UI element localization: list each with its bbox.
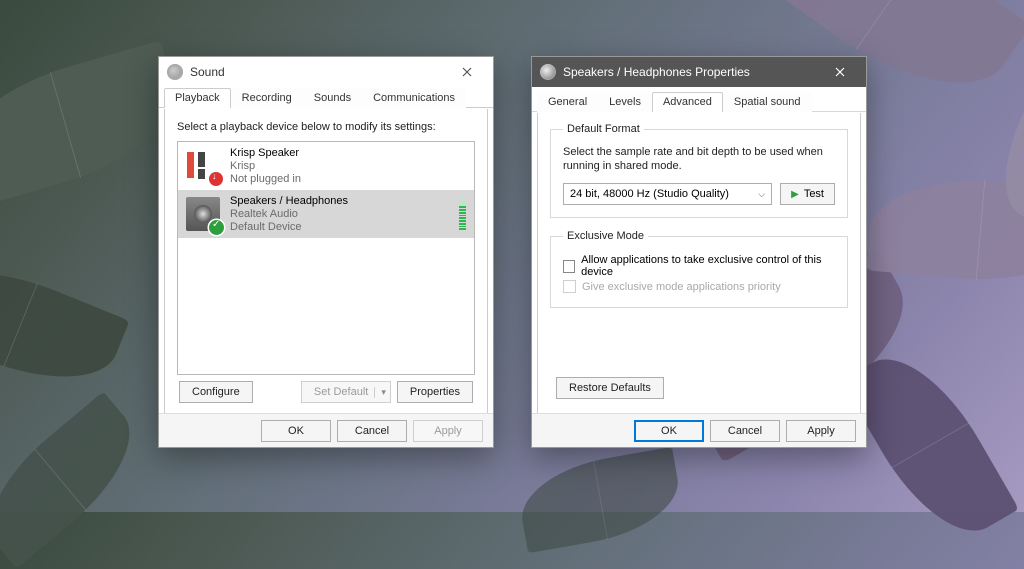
default-format-group: Default Format Select the sample rate an… [550, 123, 848, 218]
ok-button[interactable]: OK [261, 420, 331, 442]
tab-levels[interactable]: Levels [598, 92, 652, 112]
checkbox-icon [563, 280, 576, 293]
format-combobox[interactable]: 24 bit, 48000 Hz (Studio Quality) ⌵ [563, 183, 772, 205]
tab-sounds[interactable]: Sounds [303, 88, 362, 108]
exclusive-control-checkbox[interactable]: Allow applications to take exclusive con… [563, 254, 835, 278]
tabstrip: Playback Recording Sounds Communications [159, 87, 493, 108]
exclusive-mode-group: Exclusive Mode Allow applications to tak… [550, 230, 848, 308]
apply-button[interactable]: Apply [786, 420, 856, 442]
titlebar[interactable]: Sound [159, 57, 493, 87]
device-name: Krisp Speaker [230, 147, 301, 160]
format-value: 24 bit, 48000 Hz (Studio Quality) [570, 188, 729, 200]
tabstrip: General Levels Advanced Spatial sound [532, 91, 866, 112]
cancel-button[interactable]: Cancel [337, 420, 407, 442]
restore-defaults-button[interactable]: Restore Defaults [556, 377, 664, 399]
close-icon[interactable] [444, 58, 489, 86]
tab-advanced[interactable]: Advanced [652, 92, 723, 112]
properties-button[interactable]: Properties [397, 381, 473, 403]
properties-window: Speakers / Headphones Properties General… [531, 56, 867, 448]
device-driver: Realtek Audio [230, 208, 348, 221]
tab-recording[interactable]: Recording [231, 88, 303, 108]
tab-spatial-sound[interactable]: Spatial sound [723, 92, 812, 112]
vu-meter-icon [459, 198, 466, 230]
device-driver: Krisp [230, 160, 301, 173]
krisp-icon [186, 149, 220, 183]
default-format-text: Select the sample rate and bit depth to … [563, 145, 835, 173]
window-title: Sound [190, 65, 444, 79]
titlebar[interactable]: Speakers / Headphones Properties [532, 57, 866, 87]
tab-communications[interactable]: Communications [362, 88, 466, 108]
tab-general[interactable]: General [537, 92, 598, 112]
exclusive-mode-legend: Exclusive Mode [563, 230, 648, 242]
configure-button[interactable]: Configure [179, 381, 253, 403]
device-status: Default Device [230, 221, 348, 234]
tab-playback[interactable]: Playback [164, 88, 231, 108]
default-format-legend: Default Format [563, 123, 644, 135]
sound-window: Sound Playback Recording Sounds Communic… [158, 56, 494, 448]
unplugged-badge-icon [209, 172, 223, 186]
default-check-icon [209, 220, 224, 235]
chevron-down-icon: ▾ [374, 387, 386, 398]
sound-icon [167, 64, 183, 80]
chevron-down-icon: ⌵ [758, 189, 765, 200]
dialog-footer: OK Cancel Apply [159, 413, 493, 447]
set-default-button[interactable]: Set Default▾ [301, 381, 391, 403]
device-row[interactable]: Speakers / Headphones Realtek Audio Defa… [178, 190, 474, 238]
playback-panel: Select a playback device below to modify… [164, 109, 488, 442]
apply-button[interactable]: Apply [413, 420, 483, 442]
close-icon[interactable] [817, 58, 862, 86]
speaker-icon [186, 197, 220, 231]
test-button[interactable]: ▶ Test [780, 183, 835, 205]
device-row[interactable]: Krisp Speaker Krisp Not plugged in [178, 142, 474, 190]
device-name: Speakers / Headphones [230, 195, 348, 208]
instruction-text: Select a playback device below to modify… [177, 121, 475, 133]
device-list[interactable]: Krisp Speaker Krisp Not plugged in Speak… [177, 141, 475, 375]
speaker-icon [540, 64, 556, 80]
checkbox-icon [563, 260, 575, 273]
ok-button[interactable]: OK [634, 420, 704, 442]
device-status: Not plugged in [230, 173, 301, 186]
play-icon: ▶ [791, 189, 799, 200]
cancel-button[interactable]: Cancel [710, 420, 780, 442]
dialog-footer: OK Cancel Apply [532, 413, 866, 447]
advanced-panel: Default Format Select the sample rate an… [537, 113, 861, 442]
window-title: Speakers / Headphones Properties [563, 65, 817, 79]
exclusive-priority-checkbox: Give exclusive mode applications priorit… [563, 280, 835, 293]
